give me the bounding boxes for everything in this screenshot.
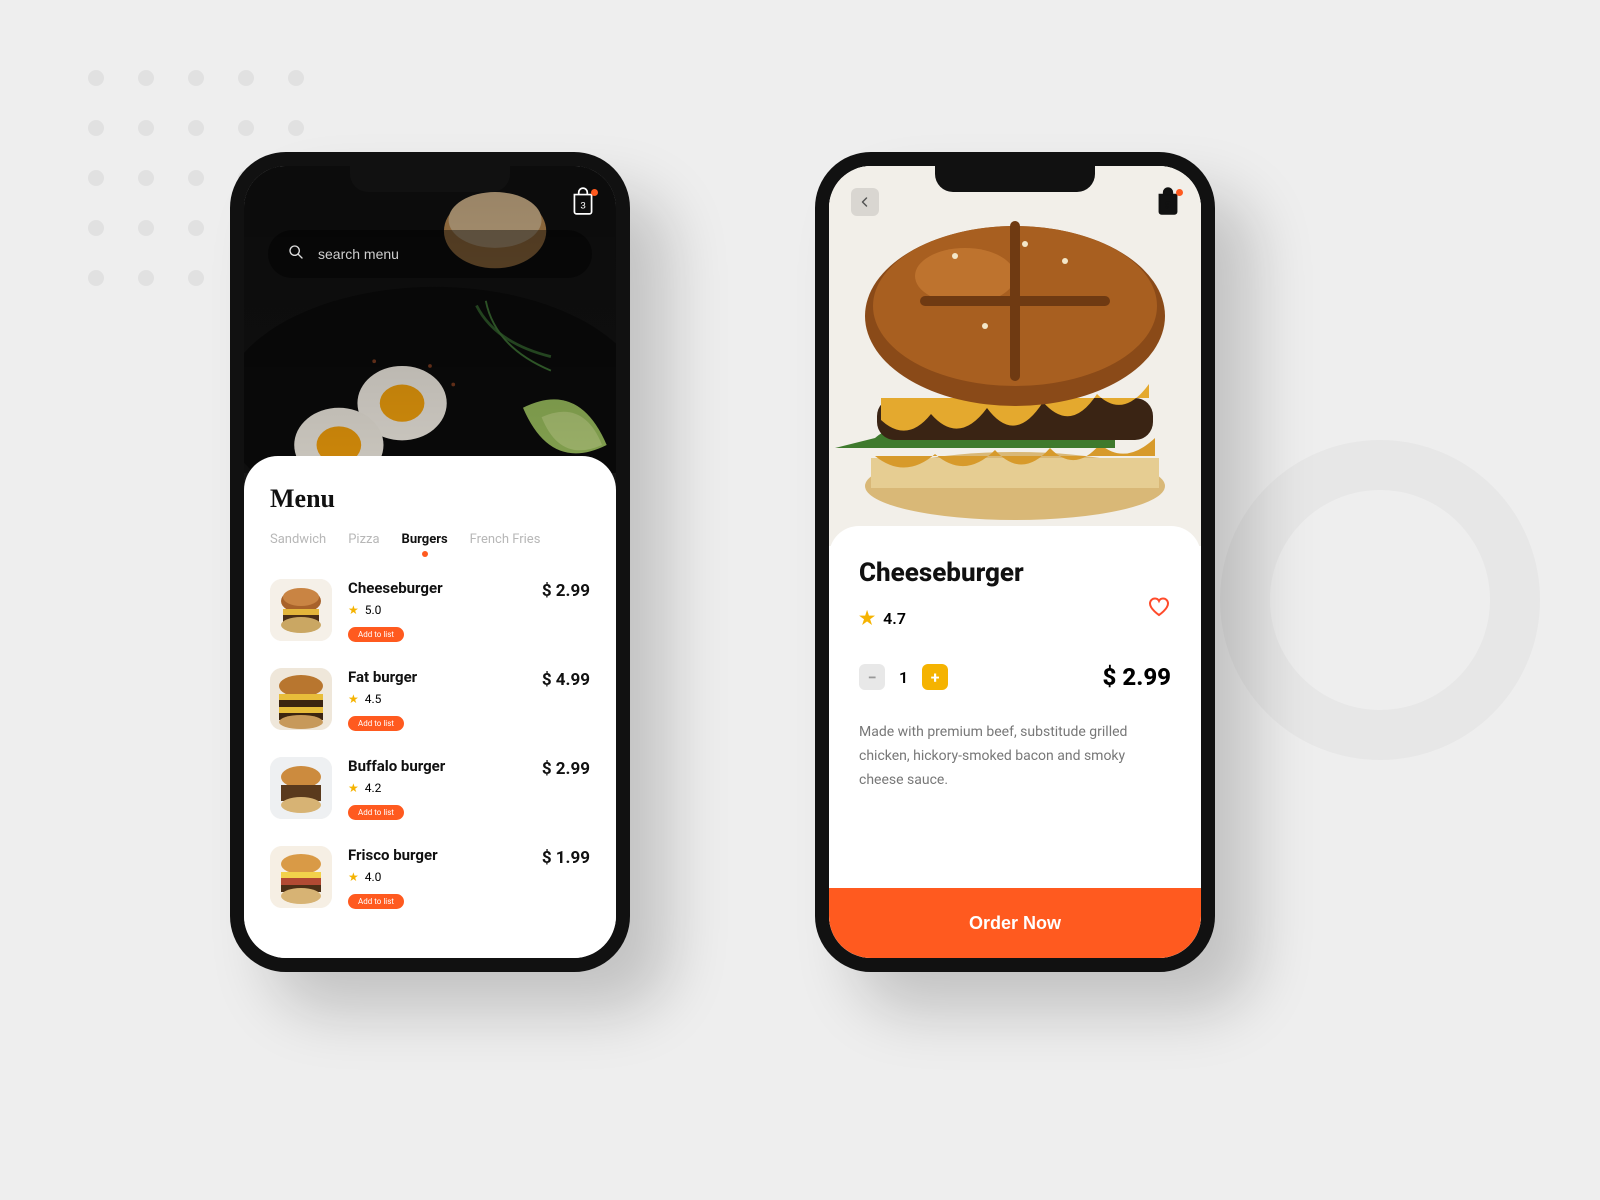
cart-badge-dot [1176, 189, 1183, 196]
menu-heading: Menu [270, 484, 590, 514]
item-name: Fat burger [348, 668, 526, 686]
qty-decrease-button[interactable]: − [859, 664, 885, 690]
item-price: $ 4.99 [542, 670, 590, 690]
svg-text:3: 3 [580, 201, 585, 212]
category-tabs: Sandwich Pizza Burgers French Fries [270, 532, 590, 557]
add-to-list-button[interactable]: Add to list [348, 627, 404, 642]
tab-french-fries[interactable]: French Fries [470, 532, 541, 557]
product-image [829, 166, 1201, 546]
detail-hero: 3 [829, 166, 1201, 546]
phone-notch [350, 166, 510, 192]
item-rating: 4.2 [365, 781, 382, 795]
list-item[interactable]: Fat burger ★ 4.5 Add to list $ 4.99 [270, 668, 590, 731]
item-rating: 4.5 [365, 692, 382, 706]
favorite-button[interactable] [1147, 595, 1171, 623]
cart-button[interactable]: 3 [570, 186, 596, 216]
item-rating: 4.0 [365, 870, 382, 884]
search-bar[interactable] [268, 230, 592, 278]
add-to-list-button[interactable]: Add to list [348, 894, 404, 909]
cart-button[interactable]: 3 [1155, 186, 1181, 216]
item-thumb [270, 846, 332, 908]
item-price: $ 2.99 [542, 759, 590, 779]
item-price: $ 1.99 [542, 848, 590, 868]
search-icon [288, 244, 304, 264]
product-title: Cheeseburger [859, 558, 1171, 588]
star-icon: ★ [348, 692, 359, 706]
qty-value: 1 [899, 668, 908, 687]
star-icon: ★ [348, 870, 359, 884]
back-button[interactable] [851, 188, 879, 216]
item-thumb [270, 579, 332, 641]
item-name: Buffalo burger [348, 757, 526, 775]
item-thumb [270, 668, 332, 730]
svg-text:3: 3 [1165, 201, 1170, 212]
menu-list[interactable]: Cheeseburger ★ 5.0 Add to list $ 2.99 Fa… [270, 579, 590, 909]
phone-notch [935, 166, 1095, 192]
item-name: Cheeseburger [348, 579, 526, 597]
product-description: Made with premium beef, substitude grill… [859, 721, 1171, 792]
menu-hero: 3 [244, 166, 616, 496]
list-item[interactable]: Cheeseburger ★ 5.0 Add to list $ 2.99 [270, 579, 590, 642]
search-input[interactable] [318, 246, 572, 262]
order-now-button[interactable]: Order Now [829, 888, 1201, 958]
star-icon: ★ [348, 603, 359, 617]
product-rating: 4.7 [883, 609, 906, 628]
decor-ring [1220, 440, 1540, 760]
product-price: $ 2.99 [1103, 663, 1171, 691]
item-thumb [270, 757, 332, 819]
list-item[interactable]: Buffalo burger ★ 4.2 Add to list $ 2.99 [270, 757, 590, 820]
phone-menu: 3 Menu Sandwich Pizza Burgers French Fri… [230, 152, 630, 972]
tab-burgers[interactable]: Burgers [402, 532, 448, 557]
item-price: $ 2.99 [542, 581, 590, 601]
cart-badge-dot [591, 189, 598, 196]
item-name: Frisco burger [348, 846, 526, 864]
star-icon: ★ [859, 608, 875, 629]
add-to-list-button[interactable]: Add to list [348, 805, 404, 820]
add-to-list-button[interactable]: Add to list [348, 716, 404, 731]
item-rating: 5.0 [365, 603, 382, 617]
menu-sheet: Menu Sandwich Pizza Burgers French Fries… [244, 456, 616, 958]
quantity-stepper: − 1 + [859, 664, 948, 690]
phone-detail: 3 Cheeseburger ★ 4.7 − 1 + $ 2.99 Made w… [815, 152, 1215, 972]
tab-pizza[interactable]: Pizza [348, 532, 379, 557]
qty-increase-button[interactable]: + [922, 664, 948, 690]
list-item[interactable]: Frisco burger ★ 4.0 Add to list $ 1.99 [270, 846, 590, 909]
tab-sandwich[interactable]: Sandwich [270, 532, 326, 557]
star-icon: ★ [348, 781, 359, 795]
